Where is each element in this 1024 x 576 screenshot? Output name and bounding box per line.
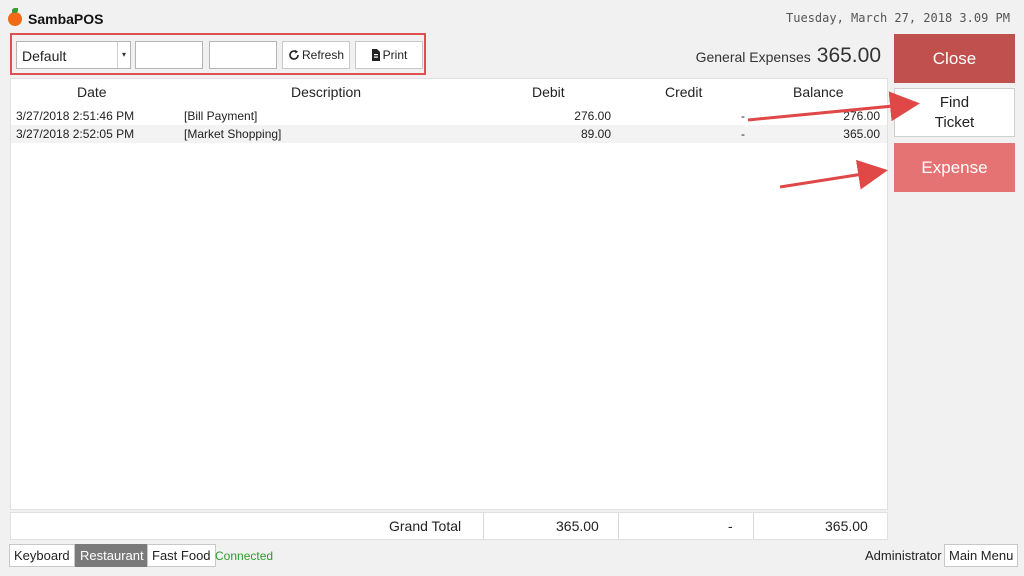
filter-select[interactable]: Default ▾ xyxy=(16,41,131,69)
account-name: General Expenses xyxy=(695,49,811,65)
column-divider xyxy=(618,513,619,539)
grand-total-credit: - xyxy=(728,518,733,534)
row-date: 3/27/2018 2:52:05 PM xyxy=(16,127,135,141)
row-debit: 89.00 xyxy=(580,127,611,141)
dropdown-arrow-icon[interactable]: ▾ xyxy=(117,42,130,68)
row-balance: 365.00 xyxy=(843,127,880,141)
connection-status: Connected xyxy=(215,549,274,563)
close-button[interactable]: Close xyxy=(894,34,1015,83)
row-credit: - xyxy=(741,127,745,141)
expense-button[interactable]: Expense xyxy=(894,143,1015,192)
column-divider xyxy=(753,513,754,539)
find-ticket-label-line1: Find xyxy=(939,93,970,111)
grand-total-balance: 365.00 xyxy=(825,518,868,534)
sambapos-logo-icon xyxy=(8,8,22,26)
row-balance: 276.00 xyxy=(843,109,880,123)
find-ticket-button[interactable]: Find Ticket xyxy=(894,88,1015,137)
grand-total-debit: 365.00 xyxy=(556,518,599,534)
print-label: Print xyxy=(382,48,408,62)
grand-total-label: Grand Total xyxy=(389,518,462,534)
column-header-description: Description xyxy=(291,84,362,100)
main-menu-button[interactable]: Main Menu xyxy=(944,544,1019,567)
current-datetime: Tuesday, March 27, 2018 3.09 PM xyxy=(786,11,1010,25)
column-header-date: Date xyxy=(77,84,107,100)
table-header: Date Description Debit Credit Balance xyxy=(11,79,887,107)
grand-total-row: Grand Total 365.00 - 365.00 xyxy=(10,512,888,540)
print-button[interactable]: Print xyxy=(355,41,423,69)
current-user: Administrator xyxy=(865,548,942,563)
row-date: 3/27/2018 2:51:46 PM xyxy=(16,109,135,123)
app-logo: SambaPOS xyxy=(8,8,104,29)
row-description: [Bill Payment] xyxy=(184,109,258,123)
refresh-label: Refresh xyxy=(301,48,345,62)
app-name: SambaPOS xyxy=(28,11,104,27)
fast-food-button[interactable]: Fast Food xyxy=(147,544,216,567)
row-debit: 276.00 xyxy=(574,109,611,123)
column-header-balance: Balance xyxy=(793,84,844,100)
start-date-input[interactable] xyxy=(135,41,203,69)
row-description: [Market Shopping] xyxy=(184,127,282,141)
restaurant-button[interactable]: Restaurant xyxy=(75,544,149,567)
transactions-table: Date Description Debit Credit Balance 3/… xyxy=(10,78,888,510)
row-credit: - xyxy=(741,109,745,123)
account-balance: 365.00 xyxy=(816,44,881,67)
refresh-icon xyxy=(289,50,299,60)
filter-select-value: Default xyxy=(22,48,67,64)
find-ticket-label-line2: Ticket xyxy=(934,113,975,131)
keyboard-button[interactable]: Keyboard xyxy=(9,544,75,567)
refresh-button[interactable]: Refresh xyxy=(282,41,350,69)
table-row[interactable]: 3/27/2018 2:51:46 PM [Bill Payment] 276.… xyxy=(11,107,887,125)
end-date-input[interactable] xyxy=(209,41,277,69)
print-icon xyxy=(371,49,380,61)
column-header-credit: Credit xyxy=(665,84,703,100)
account-summary: General Expenses 365.00 xyxy=(696,44,881,68)
table-row[interactable]: 3/27/2018 2:52:05 PM [Market Shopping] 8… xyxy=(11,125,887,143)
column-divider xyxy=(483,513,484,539)
column-header-debit: Debit xyxy=(532,84,565,100)
filter-toolbar: Default ▾ Refresh Print xyxy=(10,33,426,75)
